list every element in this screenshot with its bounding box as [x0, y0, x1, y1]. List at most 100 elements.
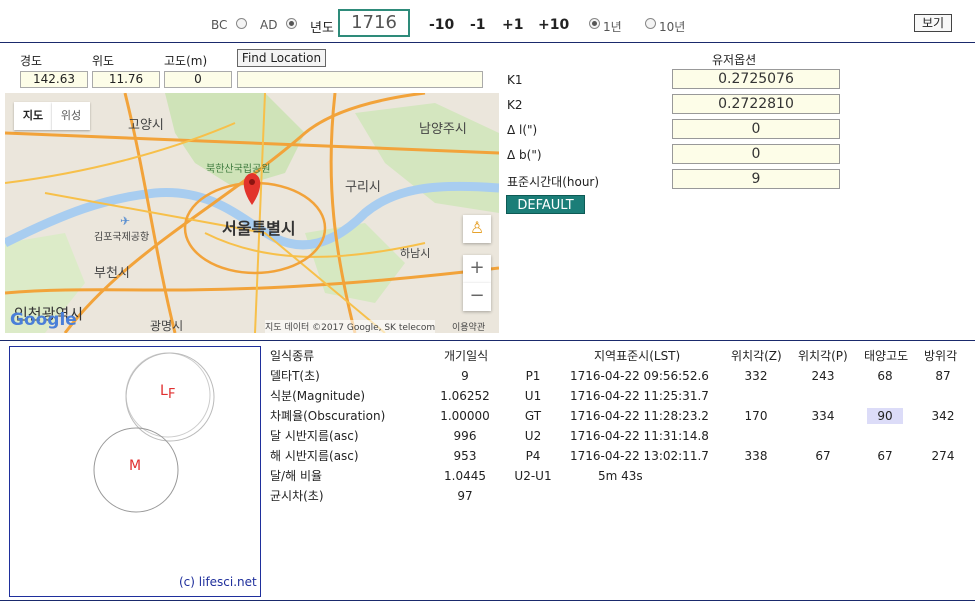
- table-cell-time: 1716-04-22 11:28:23.2: [570, 409, 709, 423]
- map-label: 광명시: [150, 319, 184, 333]
- svg-text:✈: ✈: [120, 214, 130, 228]
- google-logo: Google: [10, 310, 77, 330]
- table-cell-alt: 90: [867, 408, 903, 424]
- k2-input[interactable]: 0.2722810: [672, 94, 840, 114]
- period-1-radio[interactable]: [589, 18, 600, 29]
- table-row: 달 시반지름(asc) 996 U2 1716-04-22 11:31:14.8: [268, 428, 968, 448]
- table-cell-name: 차폐율(Obscuration): [270, 409, 386, 423]
- table-cell-code: P1: [525, 369, 541, 383]
- timezone-input[interactable]: 9: [672, 169, 840, 189]
- latitude-label: 위도: [92, 54, 115, 68]
- bc-label: BC: [211, 18, 228, 32]
- table-cell-alt: 67: [877, 449, 893, 463]
- table-cell-time: 1716-04-22 11:31:14.8: [570, 429, 709, 443]
- longitude-input[interactable]: 142.63: [20, 71, 88, 88]
- table-cell-name: 균시차(초): [270, 489, 324, 503]
- delta-b-input[interactable]: 0: [672, 144, 840, 164]
- table-cell-p: 243: [811, 369, 835, 383]
- delta-l-input[interactable]: 0: [672, 119, 840, 139]
- map-tab-map[interactable]: 지도: [14, 102, 52, 130]
- longitude-label: 경도: [20, 54, 43, 68]
- k1-label: K1: [507, 73, 523, 87]
- map-label: 서울특별시: [222, 219, 296, 238]
- period-10-label: 10년: [659, 20, 686, 34]
- table-cell-time: 1716-04-22 13:02:11.7: [570, 449, 709, 463]
- table-cell-z: 170: [744, 409, 768, 423]
- altitude-input[interactable]: 0: [164, 71, 232, 88]
- zoom-out-button[interactable]: −: [463, 283, 491, 311]
- ad-label: AD: [260, 18, 278, 32]
- map-label: 부천시: [94, 266, 130, 281]
- table-cell-code: GT: [524, 409, 542, 423]
- table-row: 차폐율(Obscuration) 1.00000 GT 1716-04-22 11:2…: [268, 408, 968, 428]
- latitude-input[interactable]: 11.76: [92, 71, 160, 88]
- table-cell-value: 97: [457, 489, 473, 503]
- user-options-title: 유저옵션: [712, 53, 757, 67]
- map-label: 김포국제공항: [94, 232, 150, 243]
- street-view-pegman-icon[interactable]: ♙: [463, 215, 491, 243]
- zoom-in-button[interactable]: +: [463, 255, 491, 283]
- table-cell-code: P4: [525, 449, 541, 463]
- map-label: 남양주시: [419, 122, 467, 137]
- middle-divider: [0, 340, 975, 341]
- table-cell-az: 87: [935, 369, 951, 383]
- map-label: 구리시: [345, 180, 381, 195]
- table-cell-name: 델타T(초): [270, 369, 320, 383]
- delta-l-label: Δ l("): [507, 123, 538, 137]
- year-input[interactable]: 1716: [338, 9, 410, 37]
- map-attribution: 지도 데이터 ©2017 Google, SK telecom: [265, 320, 436, 333]
- table-cell-az: 342: [931, 409, 955, 423]
- map-label: 북한산국립공원: [206, 164, 271, 175]
- header-position-p: 위치각(P): [798, 349, 848, 363]
- sun-label-f: F: [168, 387, 176, 402]
- plus-1-button[interactable]: +1: [502, 17, 523, 33]
- header-total-eclipse: 개기일식: [444, 349, 489, 363]
- minus-10-button[interactable]: -10: [429, 17, 454, 33]
- table-cell-alt: 68: [877, 369, 893, 383]
- credit-label: (c) lifesci.net: [179, 575, 257, 589]
- map-terms-link[interactable]: 이용약관: [452, 320, 485, 333]
- plus-10-button[interactable]: +10: [538, 17, 569, 33]
- table-cell-name: 달/해 비율: [270, 469, 323, 483]
- view-button[interactable]: 보기: [914, 14, 952, 32]
- moon-label: M: [129, 458, 142, 474]
- table-cell-p: 67: [815, 449, 831, 463]
- header-azimuth: 방위각: [924, 349, 958, 363]
- sun-label-l: L: [160, 383, 168, 399]
- table-cell-p: 334: [811, 409, 835, 423]
- table-cell-az: 274: [931, 449, 955, 463]
- top-divider: [0, 42, 975, 43]
- timezone-label: 표준시간대(hour): [507, 175, 600, 189]
- table-row: 균시차(초) 97: [268, 488, 968, 508]
- map-tab-satellite[interactable]: 위성: [52, 102, 90, 130]
- table-cell-time: 1716-04-22 09:56:52.6: [570, 369, 709, 383]
- table-cell-code: U2-U1: [514, 469, 552, 483]
- map-label: 고양시: [128, 118, 164, 133]
- ad-radio[interactable]: [286, 18, 297, 29]
- header-position-z: 위치각(Z): [731, 349, 782, 363]
- delta-b-label: Δ b("): [507, 148, 542, 162]
- table-cell-z: 332: [744, 369, 768, 383]
- table-row: 델타T(초) 9 P1 1716-04-22 09:56:52.6 332 243 68 87: [268, 368, 968, 388]
- address-input[interactable]: [237, 71, 483, 88]
- table-cell-name: 식분(Magnitude): [270, 389, 366, 403]
- find-location-button[interactable]: Find Location: [237, 49, 326, 67]
- table-row: 식분(Magnitude) 1.06252 U1 1716-04-22 11:25:3…: [268, 388, 968, 408]
- k1-input[interactable]: 0.2725076: [672, 69, 840, 89]
- bc-radio[interactable]: [236, 18, 247, 29]
- header-sun-altitude: 태양고도: [864, 349, 909, 363]
- table-cell-code: U2: [524, 429, 542, 443]
- default-button[interactable]: DEFAULT: [506, 195, 585, 214]
- eclipse-table-body: 델타T(초) 9 P1 1716-04-22 09:56:52.6 332 243 68 87…: [268, 368, 968, 508]
- minus-1-button[interactable]: -1: [470, 17, 486, 33]
- period-1-label: 1년: [603, 20, 622, 34]
- k2-label: K2: [507, 98, 523, 112]
- table-row: 해 시반지름(asc) 953 P4 1716-04-22 13:02:11.7 338…: [268, 448, 968, 468]
- altitude-label: 고도(m): [164, 54, 208, 68]
- table-cell-time: 1716-04-22 11:25:31.7: [570, 389, 709, 403]
- bottom-divider: [0, 600, 975, 601]
- table-cell-value: 1.00000: [440, 409, 490, 423]
- period-10-radio[interactable]: [645, 18, 656, 29]
- table-cell-value: 996: [453, 429, 477, 443]
- table-row: 달/해 비율 1.0445 U2-U1 5m 43s: [268, 468, 968, 488]
